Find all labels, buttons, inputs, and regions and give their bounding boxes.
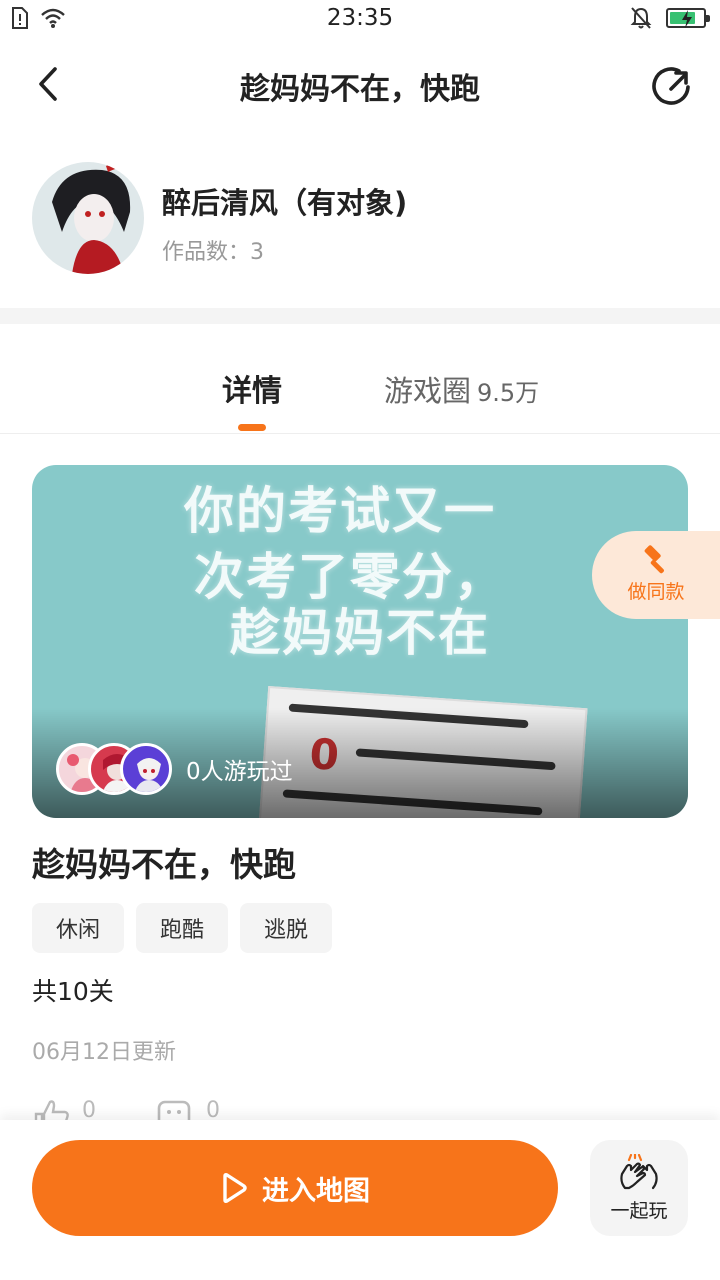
tag-item[interactable]: 休闲 <box>32 903 125 953</box>
tag-list: 休闲 跑酷 逃脱 <box>32 903 333 953</box>
game-cover-banner[interactable]: 你的考试又一 次考了零分， 趁妈妈不在 0 0人游玩过 <box>32 465 688 818</box>
tag-item[interactable]: 跑酷 <box>136 903 229 953</box>
status-icons-right <box>630 6 710 30</box>
page-title: 趁妈妈不在，快跑 <box>240 72 480 107</box>
player-avatar <box>120 743 172 795</box>
bell-muted-icon <box>630 7 652 29</box>
status-time: 23:35 <box>326 5 394 31</box>
nav-bar: 趁妈妈不在，快跑 <box>0 40 720 130</box>
share-button[interactable] <box>648 62 696 110</box>
game-title: 趁妈妈不在，快跑 <box>32 845 296 884</box>
banner-text-line: 你的考试又一 <box>184 482 496 540</box>
make-same-button[interactable]: 做同款 <box>592 531 720 619</box>
tab-game-circle-count: 9.5万 <box>477 379 540 407</box>
level-count: 共10关 <box>32 977 114 1006</box>
author-works-count: 作品数：3 <box>162 240 264 265</box>
tab-bar: 详情 游戏圈 9.5万 <box>0 324 720 434</box>
author-avatar[interactable] <box>32 162 144 274</box>
tag-item[interactable]: 逃脱 <box>240 903 333 953</box>
clapping-hands-icon <box>620 1153 658 1189</box>
banner-text-line: 趁妈妈不在 <box>230 604 490 662</box>
back-button[interactable] <box>28 62 68 106</box>
share-icon <box>652 67 690 105</box>
played-count-text: 0人游玩过 <box>186 759 293 785</box>
make-same-label: 做同款 <box>627 581 685 603</box>
author-section[interactable]: 醉后清风（有对象) 作品数：3 <box>0 130 720 308</box>
author-name: 醉后清风（有对象) <box>162 186 408 220</box>
tab-details[interactable]: 详情 <box>212 366 292 410</box>
back-arrow-icon <box>39 67 57 101</box>
play-together-button[interactable]: 一起玩 <box>590 1140 688 1236</box>
play-icon <box>223 1172 247 1204</box>
battery-icon <box>666 8 710 28</box>
hammer-icon <box>644 545 664 574</box>
bottom-action-bar: 进入地图 一起玩 <box>0 1120 720 1280</box>
tab-game-circle-label: 游戏圈 <box>384 374 472 408</box>
played-by-row: 0人游玩过 <box>56 743 293 795</box>
enter-map-label: 进入地图 <box>262 1175 370 1207</box>
status-bar: 23:35 <box>0 0 720 40</box>
enter-map-button[interactable]: 进入地图 <box>32 1140 558 1236</box>
update-time: 06月12日更新 <box>32 1040 176 1065</box>
play-together-label: 一起玩 <box>610 1199 668 1222</box>
tab-active-indicator <box>238 424 266 431</box>
section-divider <box>0 308 720 324</box>
tab-game-circle[interactable]: 游戏圈 9.5万 <box>384 368 539 410</box>
